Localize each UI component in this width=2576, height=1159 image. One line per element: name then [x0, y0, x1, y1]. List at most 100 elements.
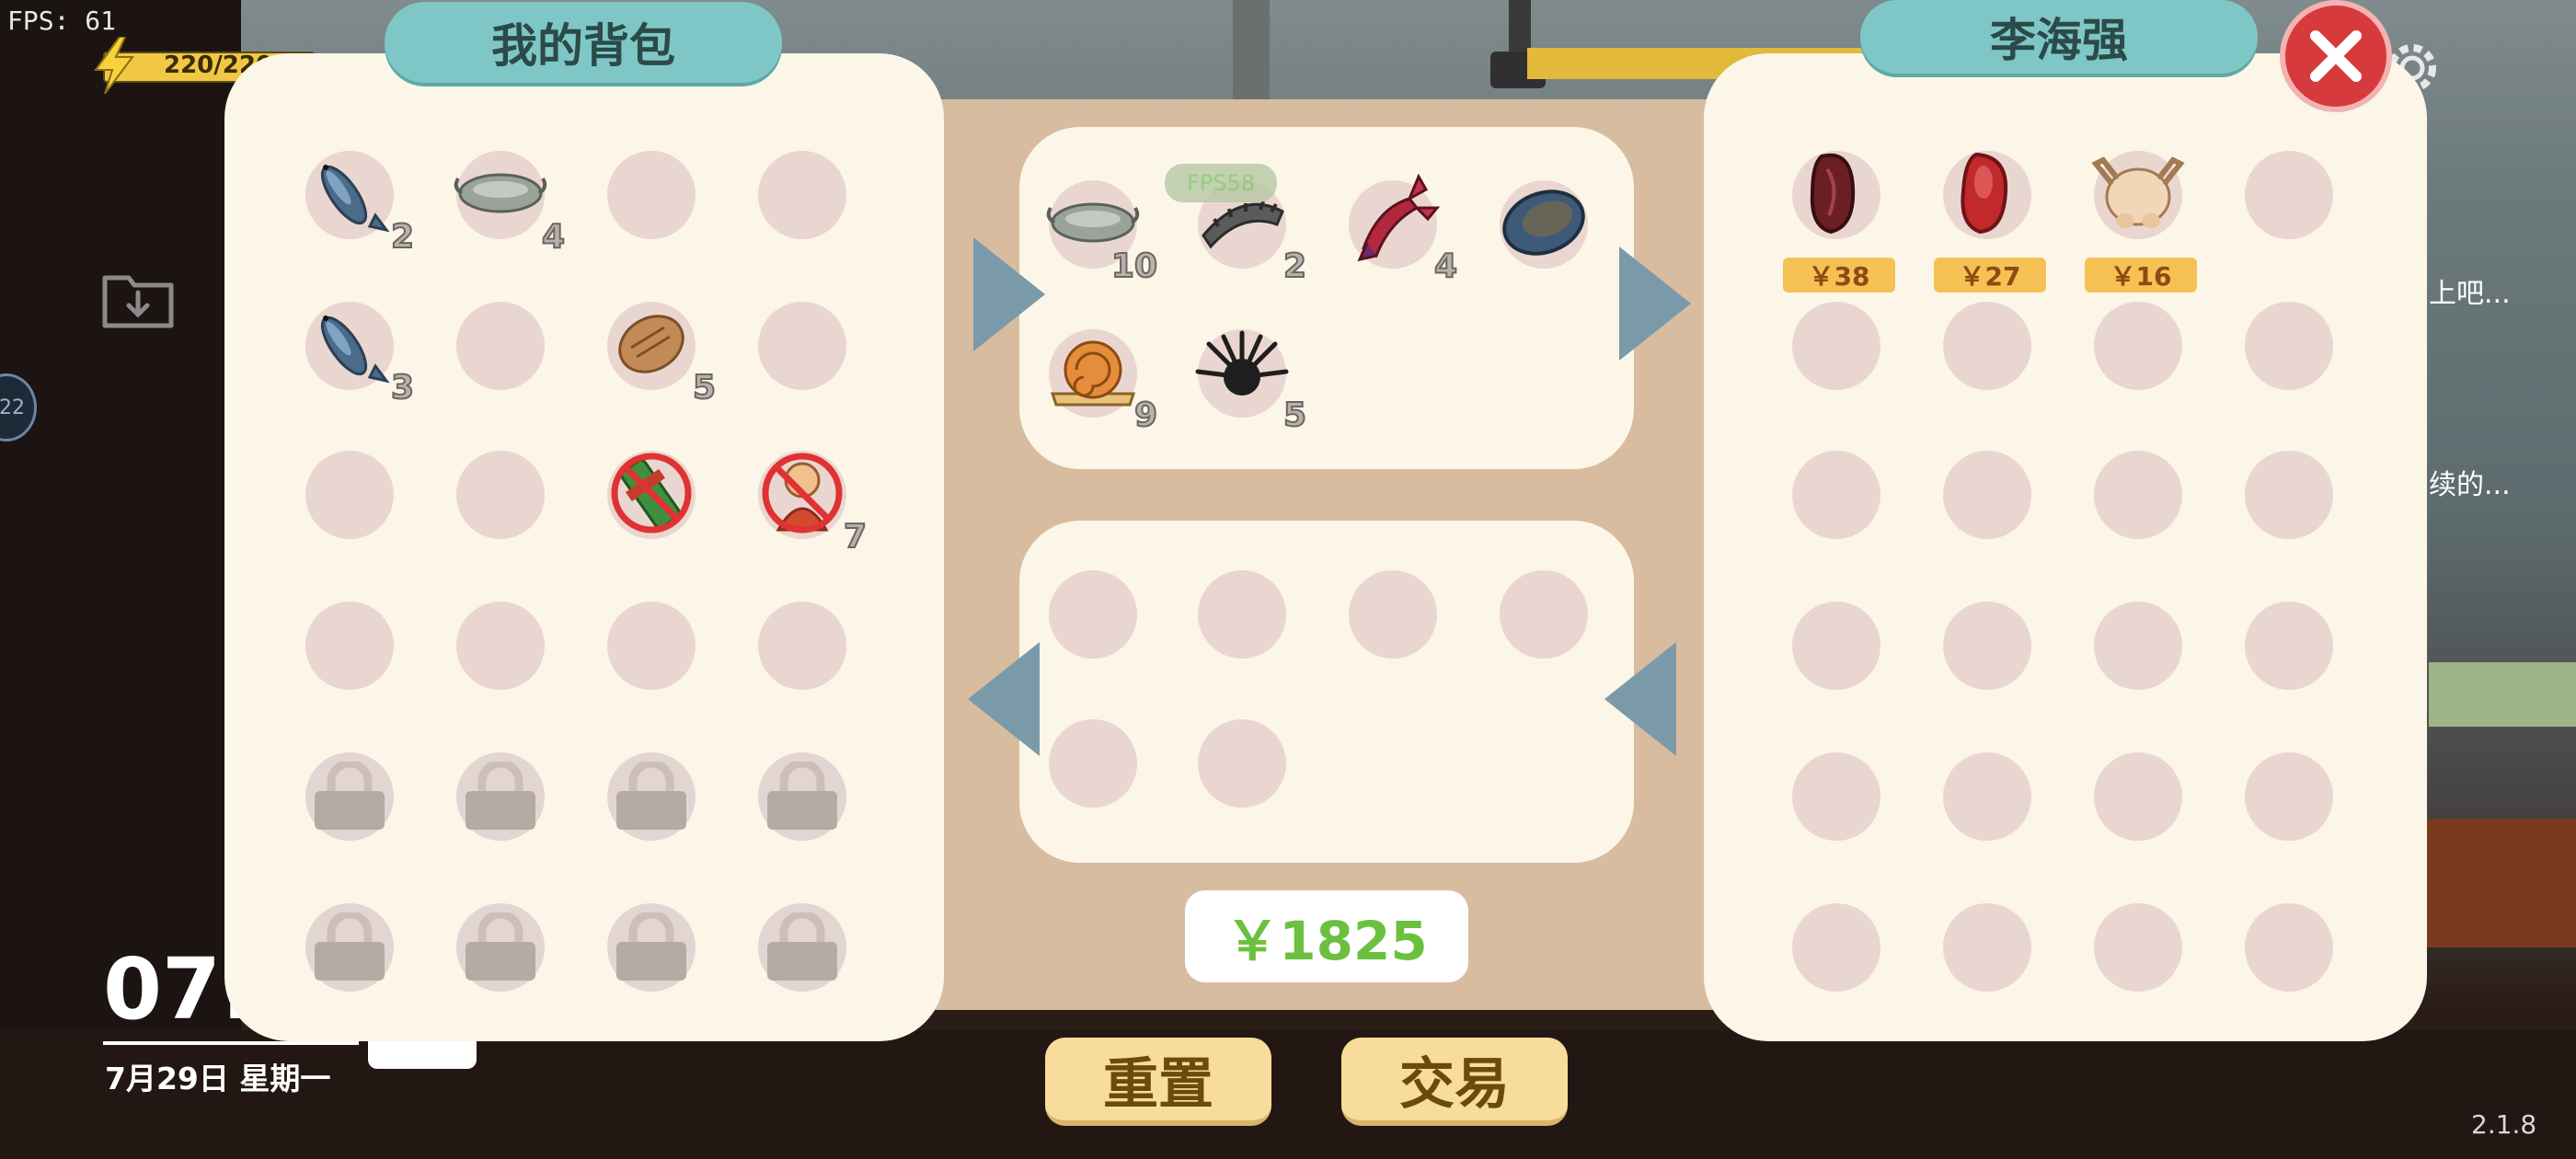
fish-icon: [320, 165, 390, 233]
item-slot[interactable]: 7: [758, 451, 868, 557]
empty-slot[interactable]: [1198, 719, 1286, 808]
side-dialogue-2: 续的...: [2429, 469, 2511, 501]
empty-slot[interactable]: [2094, 451, 2182, 539]
item-count: 9: [1133, 396, 1158, 435]
empty-slot[interactable]: [1049, 719, 1137, 808]
item-count: 4: [1433, 247, 1458, 286]
locked-slot: [607, 752, 696, 841]
lock-icon: [616, 912, 686, 981]
empty-slot[interactable]: [1198, 570, 1286, 659]
item-slot[interactable]: 5: [607, 302, 717, 407]
item-slot[interactable]: 3: [305, 302, 415, 407]
item-slot[interactable]: 10: [1046, 180, 1158, 286]
empty-slot[interactable]: [456, 602, 545, 690]
firecracker-forbidden-icon: [611, 453, 692, 534]
empty-slot[interactable]: [758, 302, 846, 390]
empty-slot[interactable]: [2245, 602, 2333, 690]
empty-slot[interactable]: [1943, 302, 2031, 390]
reset-button[interactable]: 重置: [1045, 1038, 1271, 1126]
item-slot[interactable]: 9: [1049, 329, 1158, 435]
empty-slot[interactable]: [2094, 602, 2182, 690]
lightning-icon: [94, 37, 134, 94]
offer-fps-tag: FPS58: [1165, 164, 1277, 202]
empty-slot[interactable]: [758, 151, 846, 239]
locked-slot: [758, 903, 846, 992]
empty-slot[interactable]: [1943, 451, 2031, 539]
empty-slot[interactable]: [1792, 451, 1880, 539]
locked-slot: [607, 903, 696, 992]
item-slot[interactable]: 4: [454, 151, 566, 257]
background-frame: [1233, 0, 1270, 101]
price-tag: ￥16: [2085, 258, 2197, 293]
fps-counter: FPS: 61: [7, 6, 117, 36]
item-slot[interactable]: [1500, 180, 1588, 269]
empty-slot[interactable]: [1943, 903, 2031, 992]
empty-slot[interactable]: [305, 451, 394, 539]
item-slot[interactable]: 5: [1195, 329, 1307, 435]
locked-slot: [456, 752, 545, 841]
empty-slot[interactable]: [1500, 570, 1588, 659]
side-dialogue-1: 上吧...: [2429, 278, 2511, 310]
locked-slot: [456, 903, 545, 992]
liver-icon: [1810, 153, 1856, 235]
item-slot[interactable]: ￥27: [1934, 151, 2046, 293]
arrow-right-icon[interactable]: [1619, 247, 1691, 361]
lock-icon: [767, 762, 837, 830]
empty-slot[interactable]: [1792, 602, 1880, 690]
arrow-right-icon[interactable]: [973, 237, 1045, 351]
empty-slot[interactable]: [2094, 752, 2182, 841]
lock-icon: [767, 912, 837, 981]
crab-icon: [454, 173, 547, 213]
item-count: 10: [1110, 247, 1158, 286]
trade-button[interactable]: 交易: [1341, 1038, 1568, 1126]
empty-slot[interactable]: [2245, 151, 2333, 239]
item-count: 5: [692, 368, 717, 407]
empty-slot[interactable]: [1943, 602, 2031, 690]
empty-slot[interactable]: [2245, 451, 2333, 539]
item-slot[interactable]: ￥16: [2085, 151, 2197, 293]
close-icon: [2310, 30, 2362, 82]
empty-slot[interactable]: [456, 451, 545, 539]
empty-slot[interactable]: [2094, 302, 2182, 390]
empty-slot[interactable]: [2245, 903, 2333, 992]
item-slot[interactable]: 4: [1349, 173, 1458, 286]
bread-icon: [618, 315, 684, 373]
chicken-icon: [2091, 156, 2185, 228]
item-count: 2: [390, 217, 415, 257]
empty-slot[interactable]: [607, 602, 696, 690]
download-folder-icon[interactable]: [101, 269, 175, 329]
close-button[interactable]: [2280, 0, 2392, 112]
fish-icon: [320, 316, 390, 384]
date-text: 7月29日 星期一: [105, 1061, 331, 1096]
empty-slot[interactable]: [607, 151, 696, 239]
lock-icon: [466, 912, 535, 981]
lock-icon: [315, 912, 385, 981]
empty-slot[interactable]: [2094, 903, 2182, 992]
empty-slot[interactable]: [758, 602, 846, 690]
empty-slot[interactable]: [1943, 752, 2031, 841]
empty-slot[interactable]: [305, 602, 394, 690]
lock-icon: [616, 762, 686, 830]
empty-slot[interactable]: [1792, 302, 1880, 390]
empty-slot[interactable]: [456, 302, 545, 390]
item-count: 2: [1282, 247, 1307, 286]
empty-slot[interactable]: [2245, 302, 2333, 390]
empty-slot[interactable]: [1049, 570, 1137, 659]
empty-slot[interactable]: [1792, 903, 1880, 992]
item-slot[interactable]: ￥38: [1783, 151, 1895, 293]
background-orange-block: [2410, 819, 2576, 947]
abalone-icon: [1502, 189, 1585, 256]
locked-slot: [758, 752, 846, 841]
empty-slot[interactable]: [1792, 752, 1880, 841]
arrow-left-icon[interactable]: [1604, 642, 1676, 756]
arrow-left-icon[interactable]: [968, 642, 1040, 756]
lock-icon: [315, 762, 385, 830]
price-tag: ￥38: [1783, 258, 1895, 293]
trade-total: ￥1825: [1185, 890, 1468, 982]
lobster-icon: [1357, 173, 1441, 262]
empty-slot[interactable]: [2245, 752, 2333, 841]
item-slot[interactable]: 2: [305, 151, 415, 257]
item-count: 7: [843, 517, 868, 557]
empty-slot[interactable]: [1349, 570, 1437, 659]
item-slot[interactable]: [607, 451, 696, 539]
